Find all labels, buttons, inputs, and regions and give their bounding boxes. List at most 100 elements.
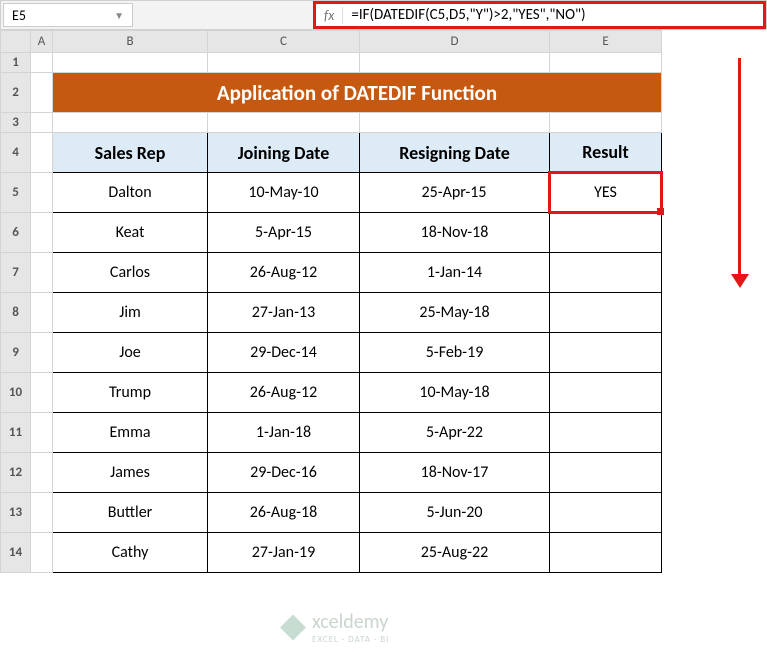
- cell-A11[interactable]: [31, 413, 53, 453]
- cell-result-9[interactable]: [550, 533, 662, 573]
- cell-resign-7[interactable]: 18-Nov-17: [360, 453, 550, 493]
- cell-join-4[interactable]: 29-Dec-14: [208, 333, 360, 373]
- cell-A10[interactable]: [31, 373, 53, 413]
- watermark: xceldemy EXCEL · DATA · BI: [280, 610, 389, 645]
- cell-join-8[interactable]: 26-Aug-18: [208, 493, 360, 533]
- name-box[interactable]: E5 ▼: [3, 3, 133, 27]
- cell-rep-0[interactable]: Dalton: [53, 173, 208, 213]
- cell-C3[interactable]: [208, 113, 360, 133]
- col-header-C[interactable]: C: [208, 31, 360, 53]
- cell-A12[interactable]: [31, 453, 53, 493]
- cell-A2[interactable]: [31, 73, 53, 113]
- cell-B1[interactable]: [53, 53, 208, 73]
- chevron-down-icon[interactable]: ▼: [114, 9, 124, 22]
- cell-A9[interactable]: [31, 333, 53, 373]
- cell-E1[interactable]: [550, 53, 662, 73]
- cell-rep-9[interactable]: Cathy: [53, 533, 208, 573]
- title-cell[interactable]: Application of DATEDIF Function: [53, 73, 662, 113]
- col-header-D[interactable]: D: [360, 31, 550, 53]
- row-header-5[interactable]: 5: [1, 173, 31, 213]
- cell-result-4[interactable]: [550, 333, 662, 373]
- cell-A5[interactable]: [31, 173, 53, 213]
- header-sales-rep[interactable]: Sales Rep: [53, 133, 208, 173]
- row-header-12[interactable]: 12: [1, 453, 31, 493]
- row-header-14[interactable]: 14: [1, 533, 31, 573]
- name-box-value: E5: [12, 7, 114, 24]
- cell-join-5[interactable]: 26-Aug-12: [208, 373, 360, 413]
- row-header-13[interactable]: 13: [1, 493, 31, 533]
- cell-resign-6[interactable]: 5-Apr-22: [360, 413, 550, 453]
- cell-D3[interactable]: [360, 113, 550, 133]
- row-header-9[interactable]: 9: [1, 333, 31, 373]
- cell-C1[interactable]: [208, 53, 360, 73]
- cell-result-1[interactable]: [550, 213, 662, 253]
- cell-join-3[interactable]: 27-Jan-13: [208, 293, 360, 333]
- fx-icon[interactable]: fx: [316, 7, 343, 24]
- header-joining-date[interactable]: Joining Date: [208, 133, 360, 173]
- cell-result-7[interactable]: [550, 453, 662, 493]
- cell-rep-4[interactable]: Joe: [53, 333, 208, 373]
- grid-table: A B C D E 1 2 Application of DATEDIF Fun…: [0, 30, 663, 573]
- row-header-2[interactable]: 2: [1, 73, 31, 113]
- cell-join-0[interactable]: 10-May-10: [208, 173, 360, 213]
- cell-join-1[interactable]: 5-Apr-15: [208, 213, 360, 253]
- cell-resign-8[interactable]: 5-Jun-20: [360, 493, 550, 533]
- cell-A6[interactable]: [31, 213, 53, 253]
- watermark-icon: [280, 615, 306, 641]
- cell-resign-5[interactable]: 10-May-18: [360, 373, 550, 413]
- cell-A4[interactable]: [31, 133, 53, 173]
- cell-A1[interactable]: [31, 53, 53, 73]
- cell-D1[interactable]: [360, 53, 550, 73]
- cell-rep-2[interactable]: Carlos: [53, 253, 208, 293]
- cell-resign-1[interactable]: 18-Nov-18: [360, 213, 550, 253]
- cell-result-2[interactable]: [550, 253, 662, 293]
- cell-resign-4[interactable]: 5-Feb-19: [360, 333, 550, 373]
- cell-rep-8[interactable]: Buttler: [53, 493, 208, 533]
- cell-join-9[interactable]: 27-Jan-19: [208, 533, 360, 573]
- cell-result-6[interactable]: [550, 413, 662, 453]
- cell-rep-5[interactable]: Trump: [53, 373, 208, 413]
- cell-result-5[interactable]: [550, 373, 662, 413]
- cell-rep-3[interactable]: Jim: [53, 293, 208, 333]
- cell-rep-7[interactable]: James: [53, 453, 208, 493]
- formula-bar: E5 ▼ fx =IF(DATEDIF(C5,D5,"Y")>2,"YES","…: [0, 0, 767, 30]
- cell-resign-0[interactable]: 25-Apr-15: [360, 173, 550, 213]
- cell-A8[interactable]: [31, 293, 53, 333]
- cell-resign-9[interactable]: 25-Aug-22: [360, 533, 550, 573]
- cell-result-0[interactable]: YES: [550, 173, 662, 213]
- col-header-E[interactable]: E: [550, 31, 662, 53]
- row-header-4[interactable]: 4: [1, 133, 31, 173]
- cell-A7[interactable]: [31, 253, 53, 293]
- cell-A3[interactable]: [31, 113, 53, 133]
- cell-E3[interactable]: [550, 113, 662, 133]
- row-header-10[interactable]: 10: [1, 373, 31, 413]
- cell-join-7[interactable]: 29-Dec-16: [208, 453, 360, 493]
- formula-container: fx =IF(DATEDIF(C5,D5,"Y")>2,"YES","NO"): [313, 1, 766, 29]
- col-header-B[interactable]: B: [53, 31, 208, 53]
- select-all-corner[interactable]: [1, 31, 31, 53]
- callout-arrow-head: [731, 274, 749, 288]
- row-header-8[interactable]: 8: [1, 293, 31, 333]
- row-header-1[interactable]: 1: [1, 53, 31, 73]
- cell-join-6[interactable]: 1-Jan-18: [208, 413, 360, 453]
- cell-result-3[interactable]: [550, 293, 662, 333]
- row-header-6[interactable]: 6: [1, 213, 31, 253]
- cell-resign-2[interactable]: 1-Jan-14: [360, 253, 550, 293]
- header-result[interactable]: Result: [550, 133, 662, 173]
- cell-A14[interactable]: [31, 533, 53, 573]
- row-header-7[interactable]: 7: [1, 253, 31, 293]
- header-resigning-date[interactable]: Resigning Date: [360, 133, 550, 173]
- cell-B3[interactable]: [53, 113, 208, 133]
- cell-resign-3[interactable]: 25-May-18: [360, 293, 550, 333]
- cell-rep-6[interactable]: Emma: [53, 413, 208, 453]
- formula-input[interactable]: =IF(DATEDIF(C5,D5,"Y")>2,"YES","NO"): [343, 6, 763, 24]
- row-header-11[interactable]: 11: [1, 413, 31, 453]
- col-header-A[interactable]: A: [31, 31, 53, 53]
- row-header-3[interactable]: 3: [1, 113, 31, 133]
- cell-A13[interactable]: [31, 493, 53, 533]
- fill-handle[interactable]: [657, 208, 664, 215]
- spreadsheet-grid: A B C D E 1 2 Application of DATEDIF Fun…: [0, 30, 767, 573]
- cell-join-2[interactable]: 26-Aug-12: [208, 253, 360, 293]
- cell-rep-1[interactable]: Keat: [53, 213, 208, 253]
- cell-result-8[interactable]: [550, 493, 662, 533]
